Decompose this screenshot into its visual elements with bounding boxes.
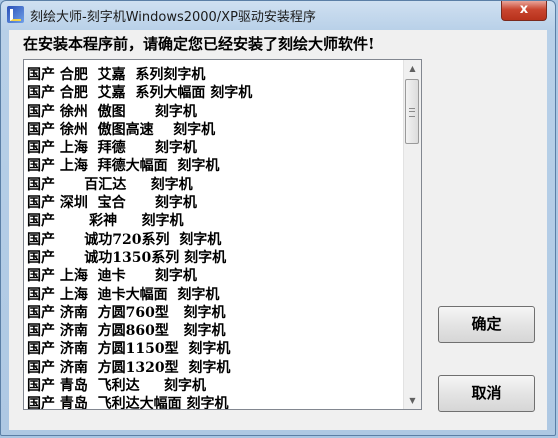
list-item[interactable]: 国产 合肥 艾嘉 系列大幅面 刻字机	[27, 84, 403, 102]
list-item[interactable]: 国产 上海 拜德大幅面 刻字机	[27, 157, 403, 175]
scroll-down-arrow-icon[interactable]: ▼	[404, 392, 421, 409]
ok-button[interactable]: 确定	[438, 306, 535, 343]
list-item[interactable]: 国产 上海 拜德 刻字机	[27, 139, 403, 157]
list-item[interactable]: 国产 济南 方圆1150型 刻字机	[27, 340, 403, 358]
list-item[interactable]: 国产 诚功1350系列 刻字机	[27, 249, 403, 267]
title-bar[interactable]: 刻绘大师-刻字机Windows2000/XP驱动安装程序 x	[1, 1, 555, 29]
close-button[interactable]: x	[501, 1, 547, 21]
dialog-body: 在安装本程序前，请确定您已经安装了刻绘大师软件! 国产 合肥 艾嘉 系列刻字机国…	[9, 30, 547, 430]
cancel-button[interactable]: 取消	[438, 375, 535, 412]
list-item[interactable]: 国产 上海 迪卡大幅面 刻字机	[27, 286, 403, 304]
cutter-model-list[interactable]: 国产 合肥 艾嘉 系列刻字机 国产 合肥 艾嘉 系列大幅面 刻字机 国产 徐州 傲图…	[23, 59, 422, 410]
list-item[interactable]: 国产 彩神 刻字机	[27, 212, 403, 230]
installer-window: 刻绘大师-刻字机Windows2000/XP驱动安装程序 x 在安装本程序前，请…	[0, 0, 556, 436]
list-item[interactable]: 国产 诚功720系列 刻字机	[27, 231, 403, 249]
list-item[interactable]: 国产 济南 方圆1320型 刻字机	[27, 359, 403, 377]
list-item[interactable]: 国产 合肥 艾嘉 系列刻字机	[27, 66, 403, 84]
list-item[interactable]: 国产 青岛 飞利达大幅面 刻字机	[27, 395, 403, 409]
list-item[interactable]: 国产 徐州 傲图 刻字机	[27, 103, 403, 121]
scroll-thumb[interactable]	[405, 79, 419, 144]
list-item[interactable]: 国产 青岛 飞利达 刻字机	[27, 377, 403, 395]
list-items: 国产 合肥 艾嘉 系列刻字机 国产 合肥 艾嘉 系列大幅面 刻字机 国产 徐州 傲图…	[27, 66, 403, 409]
scroll-up-arrow-icon[interactable]: ▲	[404, 60, 421, 77]
list-item[interactable]: 国产 深圳 宝合 刻字机	[27, 194, 403, 212]
window-title: 刻绘大师-刻字机Windows2000/XP驱动安装程序	[30, 10, 316, 25]
list-item[interactable]: 国产 济南 方圆760型 刻字机	[27, 304, 403, 322]
grip-icon	[409, 108, 415, 117]
install-prompt: 在安装本程序前，请确定您已经安装了刻绘大师软件!	[23, 35, 375, 53]
list-item[interactable]: 国产 徐州 傲图高速 刻字机	[27, 121, 403, 139]
list-item[interactable]: 国产 济南 方圆860型 刻字机	[27, 322, 403, 340]
app-icon	[7, 6, 24, 23]
list-item[interactable]: 国产 上海 迪卡 刻字机	[27, 267, 403, 285]
vertical-scrollbar[interactable]: ▲ ▼	[403, 60, 421, 409]
list-item[interactable]: 国产 百汇达 刻字机	[27, 176, 403, 194]
